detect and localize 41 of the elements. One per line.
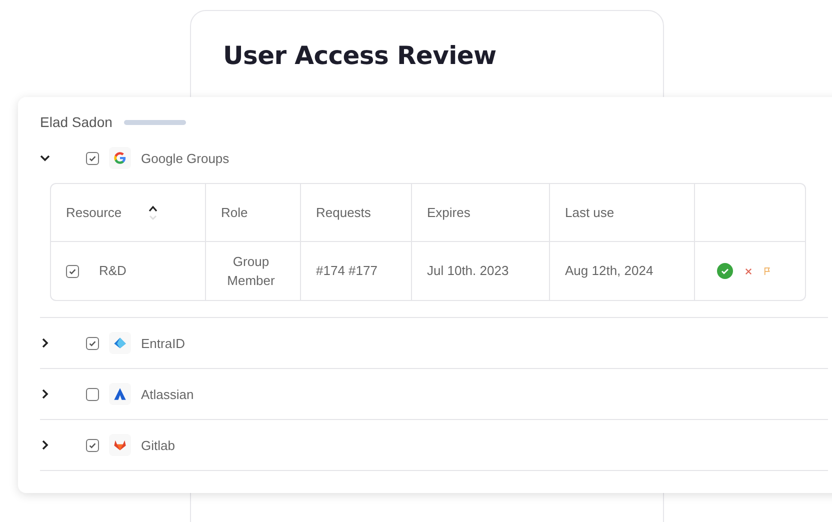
checkmark-icon: [88, 154, 97, 162]
reject-icon[interactable]: [745, 268, 752, 274]
role-cell-text: Group Member: [226, 253, 276, 290]
app-row[interactable]: Atlassian: [40, 368, 828, 419]
column-header: Requests: [316, 204, 371, 222]
resource-cell: R&D: [99, 262, 126, 280]
app-name: Google Groups: [141, 150, 230, 166]
requests-cell: #174 #177: [316, 262, 378, 280]
chevron-icon[interactable]: [40, 153, 50, 163]
app-name: Atlassian: [141, 386, 194, 402]
checkmark-icon: [88, 338, 97, 348]
column-header: Last use: [565, 204, 614, 222]
checkbox[interactable]: [86, 388, 99, 400]
last-use-cell: Aug 12th, 2024: [565, 262, 654, 280]
user-name: Elad Sadon: [40, 114, 112, 130]
checkmark-icon: [88, 440, 97, 450]
column-header: Resource: [66, 204, 122, 222]
triangle-logo-icon: [113, 387, 127, 401]
column-header: Role: [221, 204, 248, 222]
app-name: Gitlab: [141, 438, 175, 452]
fox-logo-icon: [113, 438, 127, 452]
sort-icon[interactable]: [148, 204, 158, 220]
checkbox[interactable]: [86, 438, 99, 452]
card-title: User Access Review: [223, 41, 498, 70]
diamond-logo-icon: [113, 336, 127, 350]
chevron-icon[interactable]: [40, 338, 50, 348]
placeholder-bar: [124, 120, 186, 124]
checkbox[interactable]: [66, 264, 79, 278]
app-row[interactable]: Google Groups: [32, 133, 828, 183]
g-logo-icon: [113, 151, 127, 165]
app-row[interactable]: Gitlab: [40, 419, 828, 470]
app-row[interactable]: EntraID: [40, 317, 828, 368]
app-name: EntraID: [141, 336, 186, 350]
column-header: Expires: [427, 204, 470, 222]
chevron-icon[interactable]: [40, 389, 50, 399]
checkbox[interactable]: [86, 336, 99, 350]
chevron-icon[interactable]: [40, 440, 50, 450]
expires-cell: Jul 10th. 2023: [427, 262, 509, 280]
approve-icon[interactable]: [717, 263, 733, 279]
checkbox[interactable]: [86, 152, 99, 164]
checkmark-icon: [68, 266, 77, 276]
